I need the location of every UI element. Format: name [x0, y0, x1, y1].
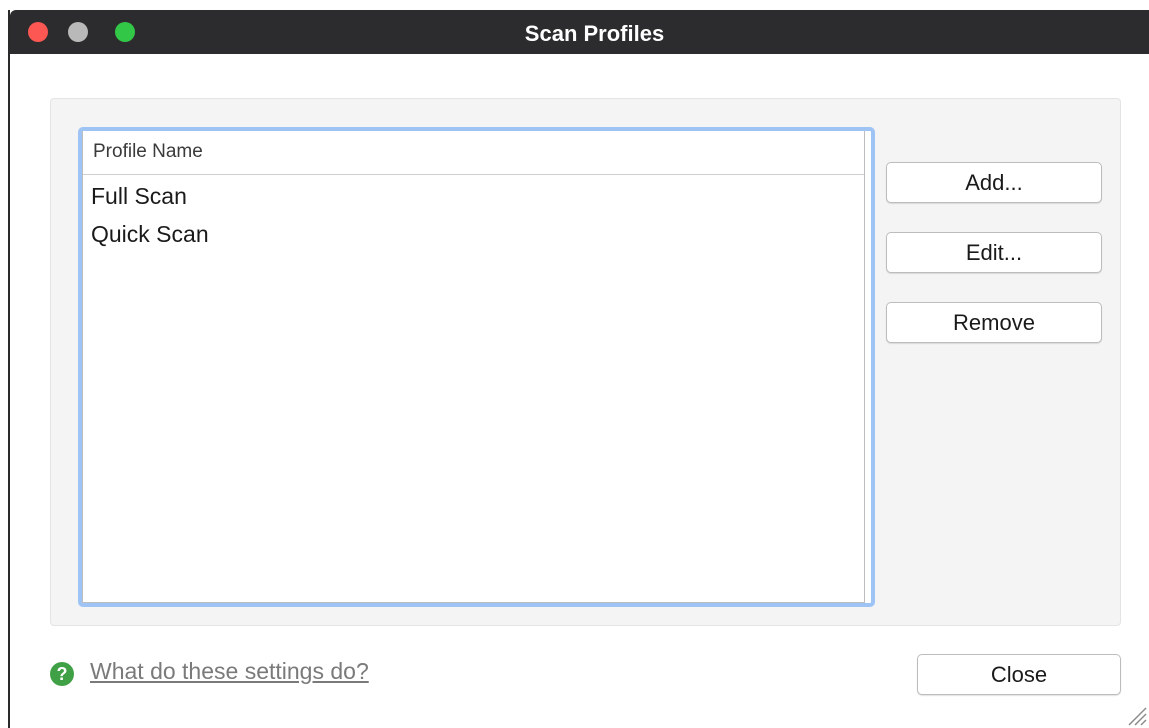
- profile-list-content: Profile Name Full Scan Quick Scan: [82, 131, 865, 603]
- window-title: Scan Profiles: [524, 21, 665, 46]
- profile-row-quick-scan[interactable]: Quick Scan: [91, 221, 209, 248]
- profile-list[interactable]: Profile Name Full Scan Quick Scan: [78, 127, 875, 607]
- scan-profiles-window: Scan Profiles Profile Name Full Scan Qui…: [8, 10, 1149, 728]
- resize-grip-icon[interactable]: [1125, 704, 1147, 726]
- edit-profile-button[interactable]: Edit...: [886, 232, 1102, 273]
- add-profile-button[interactable]: Add...: [886, 162, 1102, 203]
- question-icon[interactable]: ?: [50, 662, 74, 686]
- close-button[interactable]: Close: [917, 654, 1121, 695]
- profile-name-column-header[interactable]: Profile Name: [83, 131, 864, 175]
- profiles-panel: Profile Name Full Scan Quick Scan Add...…: [50, 98, 1121, 626]
- remove-profile-button[interactable]: Remove: [886, 302, 1102, 343]
- title-bar[interactable]: Scan Profiles: [10, 10, 1149, 54]
- help-link[interactable]: What do these settings do?: [90, 658, 369, 685]
- profile-row-full-scan[interactable]: Full Scan: [91, 183, 187, 210]
